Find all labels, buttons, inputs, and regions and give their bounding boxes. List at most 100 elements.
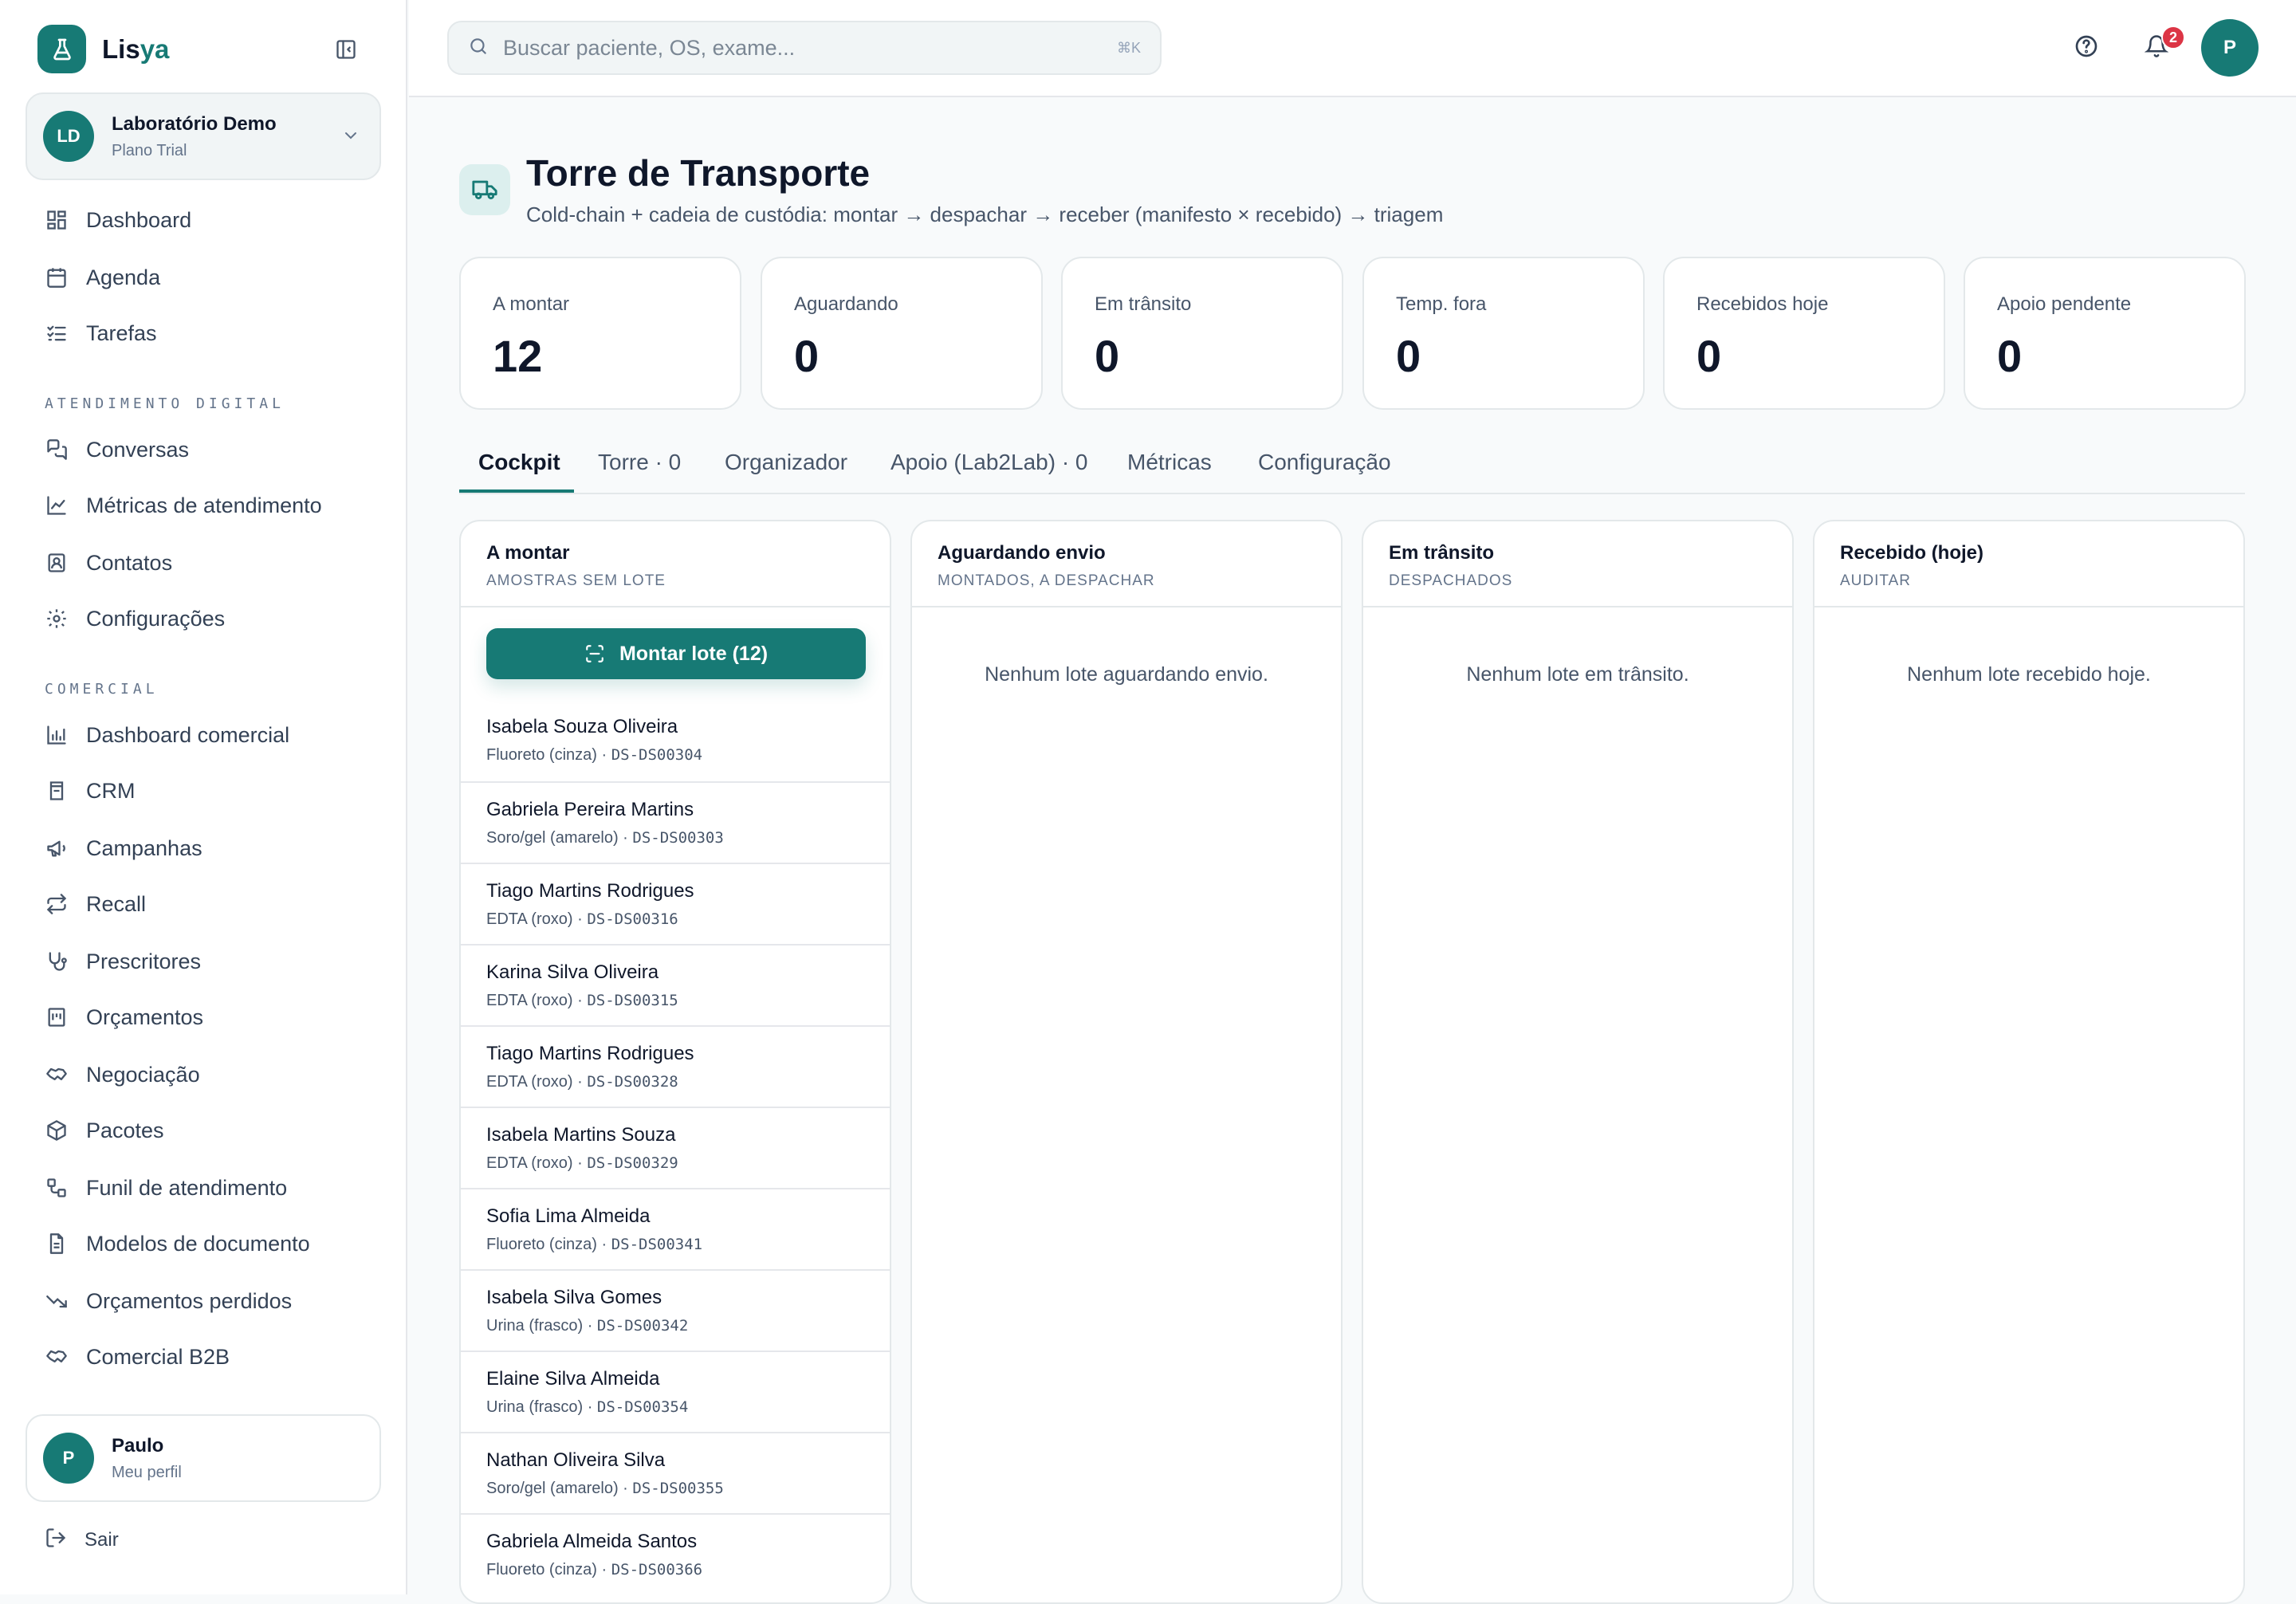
column-title: Aguardando envio [938,542,1106,564]
stat-label: Temp. fora [1396,293,1487,315]
tab-torre[interactable]: Torre · 0 [598,450,681,494]
tube-type: Fluoreto (cinza) [486,1561,597,1578]
nav-item-dashboard-comercial[interactable]: Dashboard comercial [45,719,289,751]
nav-label: Métricas de atendimento [86,493,322,517]
tab-metricas[interactable]: Métricas [1127,450,1212,494]
brand[interactable]: Lisya [37,25,169,73]
nav-item-conversas[interactable]: Conversas [45,434,189,466]
gear-icon [45,607,69,631]
brand-name: Lisya [102,33,170,64]
nav-item-orcamentos-perdidos[interactable]: Orçamentos perdidos [45,1285,292,1317]
list-item[interactable]: Isabela Martins Souza EDTA (roxo) · DS-D… [461,1107,890,1188]
org-switcher[interactable]: LD Laboratório Demo Plano Trial [26,92,381,180]
sample-meta: Soro/gel (amarelo) · DS-DS00303 [486,829,724,847]
tube-type: EDTA (roxo) [486,1154,573,1172]
nav-item-recall[interactable]: Recall [45,888,146,920]
stat-card-em-transito: Em trânsito 0 [1061,257,1343,410]
nav-item-campanhas[interactable]: Campanhas [45,832,202,864]
list-item[interactable]: Karina Silva Oliveira EDTA (roxo) · DS-D… [461,944,890,1025]
nav-label: Modelos de documento [86,1231,310,1256]
nav-item-configuracoes[interactable]: Configurações [45,603,225,635]
list-item[interactable]: Tiago Martins Rodrigues EDTA (roxo) · DS… [461,1025,890,1107]
notifications-button[interactable]: 2 [2141,26,2185,64]
column-header: Em trânsito DESPACHADOS [1363,521,1792,607]
repeat-icon [45,892,69,916]
nav-item-orcamentos[interactable]: Orçamentos [45,1001,203,1033]
list-item[interactable]: Isabela Silva Gomes Urina (frasco) · DS-… [461,1269,890,1350]
montar-lote-button[interactable]: Montar lote (12) [486,628,866,679]
stat-label: A montar [493,293,570,315]
calendar-icon [45,265,69,289]
nav-item-negociacao[interactable]: Negociação [45,1059,200,1091]
nav-item-crm[interactable]: CRM [45,775,136,807]
list-item[interactable]: Isabela Souza Oliveira Fluoreto (cinza) … [461,700,890,781]
user-profile-card[interactable]: P Paulo Meu perfil [26,1414,381,1502]
list-item[interactable]: Gabriela Almeida Santos Fluoreto (cinza)… [461,1513,890,1594]
tab-organizador[interactable]: Organizador [725,450,847,494]
list-item[interactable]: Elaine Silva Almeida Urina (frasco) · DS… [461,1350,890,1432]
nav-item-dashboard[interactable]: Dashboard [45,204,191,236]
nav-item-pacotes[interactable]: Pacotes [45,1115,164,1146]
nav-item-comercial-b2b[interactable]: Comercial B2B [45,1341,230,1373]
receipt-icon [45,1005,69,1029]
column-subtitle: AMOSTRAS SEM LOTE [486,572,666,589]
column-title: Em trânsito [1389,542,1495,564]
sidebar-collapse-icon[interactable] [330,35,362,64]
nav-label: Dashboard comercial [86,722,290,747]
column-em-transito: Em trânsito DESPACHADOS Nenhum lote em t… [1362,520,1794,1604]
logout-button[interactable]: Sair [45,1527,119,1553]
nav-item-funil[interactable]: Funil de atendimento [45,1172,287,1204]
megaphone-icon [45,836,69,860]
search-box[interactable]: ⌘K [447,21,1162,75]
nav-label: Campanhas [86,835,202,860]
search-icon [468,36,489,61]
nav-item-modelos[interactable]: Modelos de documento [45,1228,310,1260]
sample-meta: Fluoreto (cinza) · DS-DS00341 [486,1236,703,1253]
handshake-icon [45,1345,69,1369]
sample-code: DS-DS00315 [587,992,678,1009]
chat-icon [45,438,69,462]
nav-label: Orçamentos [86,1004,204,1029]
list-item[interactable]: Sofia Lima Almeida Fluoreto (cinza) · DS… [461,1188,890,1269]
sample-meta: EDTA (roxo) · DS-DS00328 [486,1073,678,1091]
nav-label: Agenda [86,265,161,289]
sample-code: DS-DS00355 [632,1480,724,1497]
sample-meta: Urina (frasco) · DS-DS00342 [486,1317,689,1335]
patient-name: Nathan Oliveira Silva [486,1449,666,1471]
stat-card-aguardando: Aguardando 0 [761,257,1043,410]
column-title: Recebido (hoje) [1840,542,1984,564]
checklist-icon [45,321,69,345]
tab-cockpit[interactable]: Cockpit [478,450,560,494]
search-input[interactable] [503,35,1093,61]
tab-configuracao[interactable]: Configuração [1258,450,1391,494]
help-button[interactable] [2070,32,2102,64]
nav-item-tarefas[interactable]: Tarefas [45,317,157,349]
org-avatar: LD [43,111,94,162]
list-item[interactable]: Gabriela Pereira Martins Soro/gel (amare… [461,781,890,863]
patient-name: Gabriela Almeida Santos [486,1531,698,1552]
column-subtitle: DESPACHADOS [1389,572,1513,589]
nav-item-prescritores[interactable]: Prescritores [45,945,201,977]
bar-chart-icon [45,723,69,747]
list-item[interactable]: Tiago Martins Rodrigues EDTA (roxo) · DS… [461,863,890,944]
stat-label: Em trânsito [1095,293,1192,315]
nav-item-metricas-atendimento[interactable]: Métricas de atendimento [45,489,322,521]
avatar: P [43,1433,94,1484]
list-item[interactable]: Nathan Oliveira Silva Soro/gel (amarelo)… [461,1432,890,1513]
nav-item-contatos[interactable]: Contatos [45,547,172,579]
nav-item-agenda[interactable]: Agenda [45,261,160,293]
nav-label: Orçamentos perdidos [86,1288,293,1313]
tab-apoio[interactable]: Apoio (Lab2Lab) · 0 [890,450,1088,494]
account-avatar[interactable]: P [2201,19,2259,77]
nav-label: Conversas [86,437,190,462]
scan-icon [584,643,605,664]
dashboard-icon [45,208,69,232]
column-header: Recebido (hoje) AUDITAR [1814,521,2243,607]
truck-icon [459,164,510,215]
stethoscope-icon [45,949,69,973]
sample-meta: EDTA (roxo) · DS-DS00316 [486,910,678,928]
nav-label: Configurações [86,606,226,631]
nav-label: Prescritores [86,949,202,973]
nav-label: Contatos [86,550,173,575]
tab-bar: Cockpit Torre · 0 Organizador Apoio (Lab… [459,442,2245,494]
